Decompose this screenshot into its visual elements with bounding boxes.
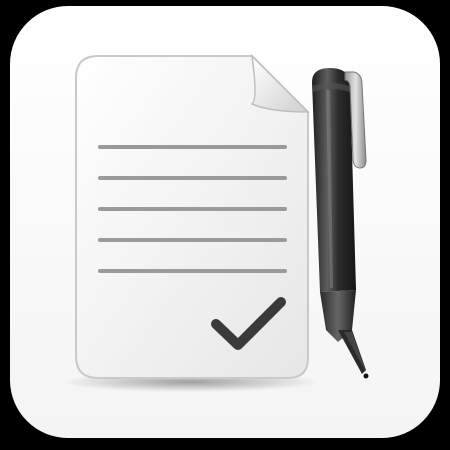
app-icon-graphic bbox=[0, 0, 450, 450]
pen-nib bbox=[363, 373, 369, 379]
document-icon bbox=[75, 53, 310, 379]
app-icon bbox=[0, 0, 450, 450]
